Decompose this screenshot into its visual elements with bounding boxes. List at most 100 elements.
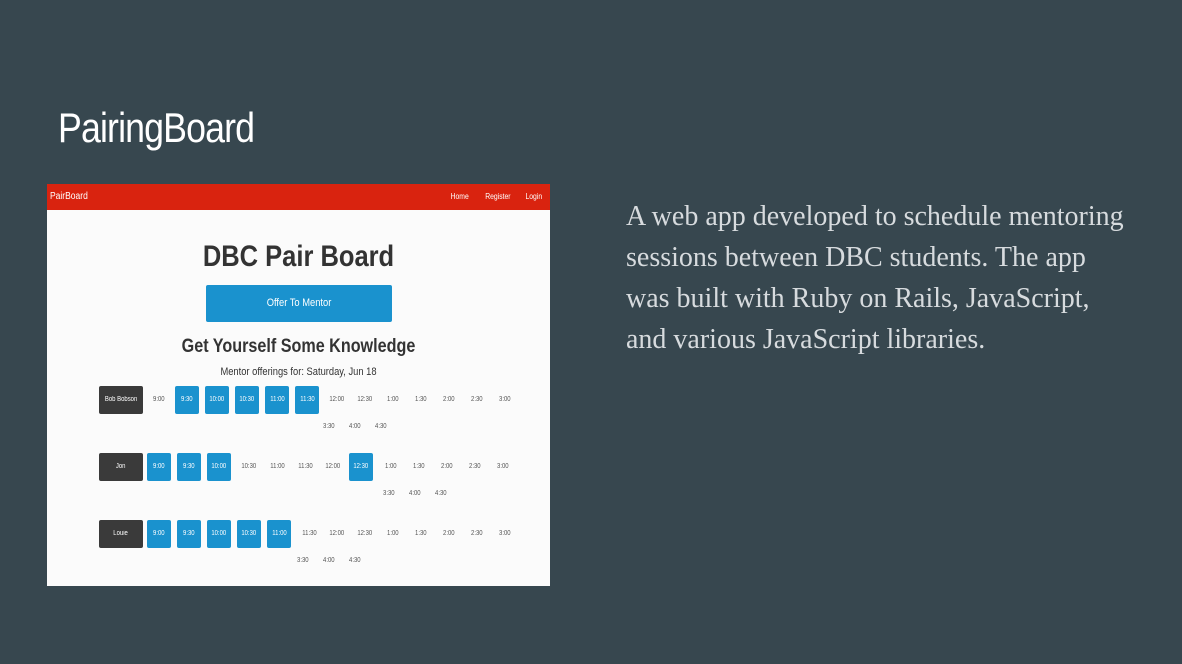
time-slot[interactable]: 4:30 (429, 480, 453, 508)
nav-login-link[interactable]: Login (526, 192, 543, 201)
time-slot[interactable]: 3:00 (493, 386, 517, 414)
time-slot-label: 2:00 (443, 530, 455, 537)
time-slot[interactable]: 2:30 (463, 453, 487, 481)
time-slot[interactable]: 3:00 (493, 520, 517, 548)
time-slot[interactable]: 11:00 (265, 386, 289, 414)
time-slot[interactable]: 9:30 (175, 386, 199, 414)
time-slot[interactable]: 2:30 (465, 386, 489, 414)
time-slot[interactable]: 10:00 (207, 453, 231, 481)
time-slot[interactable]: 9:00 (147, 453, 171, 481)
time-slot-label: 4:30 (435, 490, 447, 497)
time-slot[interactable]: 12:30 (353, 386, 377, 414)
time-slot-label: 10:00 (211, 530, 227, 537)
time-slot[interactable]: 1:00 (381, 386, 405, 414)
time-slot-label: 4:00 (349, 423, 361, 430)
time-slot-label: 1:00 (387, 396, 399, 403)
time-slot[interactable]: 9:30 (177, 520, 201, 548)
time-slot[interactable]: 10:00 (207, 520, 231, 548)
time-slot-label: 12:30 (357, 396, 373, 403)
time-slot[interactable]: 1:30 (407, 453, 431, 481)
time-slot[interactable]: 11:00 (267, 520, 291, 548)
time-slot-label: 3:30 (323, 423, 335, 430)
app-screenshot: PairBoard Home Register Login DBC Pair B… (47, 184, 550, 586)
date-line: Mentor offerings for: Saturday, Jun 18 (220, 366, 377, 378)
time-slot[interactable]: 1:30 (409, 520, 433, 548)
time-slot[interactable]: 9:00 (147, 520, 171, 548)
time-slot[interactable]: 10:30 (235, 386, 259, 414)
time-slot[interactable]: 1:00 (381, 520, 405, 548)
time-slot-label: 10:00 (211, 463, 227, 470)
time-slot[interactable]: 2:30 (465, 520, 489, 548)
time-slot[interactable]: 12:30 (349, 453, 373, 481)
time-slot-label: 1:00 (387, 530, 399, 537)
mentor-name-button[interactable]: Louie (99, 520, 143, 548)
time-slot[interactable]: 11:00 (265, 453, 289, 481)
time-slot-label: 9:00 (153, 396, 165, 403)
time-slot-label: 2:30 (471, 530, 483, 537)
time-slot[interactable]: 4:00 (343, 413, 367, 441)
time-slot[interactable]: 3:00 (491, 453, 515, 481)
time-slot-label: 9:00 (153, 463, 165, 470)
time-slot[interactable]: 10:30 (237, 520, 261, 548)
time-slot-label: 9:30 (183, 530, 195, 537)
time-slot[interactable]: 12:00 (321, 453, 345, 481)
time-slot[interactable]: 9:30 (177, 453, 201, 481)
time-slot[interactable]: 12:30 (353, 520, 377, 548)
time-slot-label: 1:30 (415, 396, 427, 403)
time-slot-label: 3:00 (499, 396, 511, 403)
time-slot[interactable]: 12:00 (325, 520, 349, 548)
brand-link[interactable]: PairBoard (50, 191, 88, 202)
time-slot-label: 2:30 (469, 463, 481, 470)
offer-to-mentor-button[interactable]: Offer To Mentor (206, 285, 392, 322)
nav-home-link[interactable]: Home (451, 192, 469, 201)
time-slot-label: 11:30 (297, 463, 313, 470)
time-slot[interactable]: 11:30 (297, 520, 321, 548)
time-slot[interactable]: 10:30 (237, 453, 261, 481)
time-slot-label: 4:00 (323, 557, 335, 564)
time-slot-label: 4:00 (409, 490, 421, 497)
time-slot[interactable]: 4:00 (317, 547, 341, 575)
time-slot[interactable]: 4:30 (369, 413, 393, 441)
subheading: Get Yourself Some Knowledge (181, 336, 416, 357)
time-slot-label: 10:30 (239, 396, 255, 403)
time-slot[interactable]: 11:30 (293, 453, 317, 481)
time-slot[interactable]: 4:30 (343, 547, 367, 575)
time-slot[interactable]: 9:00 (147, 386, 171, 414)
nav-register-link[interactable]: Register (485, 192, 510, 201)
time-slot-label: 11:00 (269, 396, 285, 403)
navbar: PairBoard Home Register Login (47, 184, 550, 210)
time-slot-label: 10:00 (209, 396, 225, 403)
time-slot[interactable]: 4:00 (403, 480, 427, 508)
time-slot-label: 12:00 (329, 530, 345, 537)
time-slot-label: 12:30 (353, 463, 369, 470)
time-slot[interactable]: 1:30 (409, 386, 433, 414)
time-slot[interactable]: 12:00 (325, 386, 349, 414)
mentor-name-button[interactable]: Jon (99, 453, 143, 481)
time-slot-label: 3:00 (497, 463, 509, 470)
time-slot[interactable]: 3:30 (291, 547, 315, 575)
time-slot-label: 1:00 (385, 463, 397, 470)
time-slot-label: 2:00 (443, 396, 455, 403)
time-slot[interactable]: 10:00 (205, 386, 229, 414)
time-slot[interactable]: 2:00 (437, 386, 461, 414)
time-slot-label: 10:30 (241, 463, 257, 470)
time-slot-label: 4:30 (375, 423, 387, 430)
time-slot[interactable]: 2:00 (437, 520, 461, 548)
time-slot[interactable]: 1:00 (379, 453, 403, 481)
time-slot-label: 12:00 (329, 396, 345, 403)
time-slot-label: 3:30 (297, 557, 309, 564)
time-slot-label: 9:30 (183, 463, 195, 470)
time-slot-label: 11:00 (271, 530, 287, 537)
page-title: DBC Pair Board (202, 240, 395, 273)
time-slot[interactable]: 3:30 (377, 480, 401, 508)
time-slot[interactable]: 2:00 (435, 453, 459, 481)
mentor-name-button[interactable]: Bob Bobson (99, 386, 143, 414)
time-slot[interactable]: 11:30 (295, 386, 319, 414)
time-slot-label: 3:30 (383, 490, 395, 497)
time-slot[interactable]: 3:30 (317, 413, 341, 441)
time-slot-label: 2:00 (441, 463, 453, 470)
slide-title: PairingBoard (58, 104, 255, 151)
time-slot-label: 12:30 (357, 530, 373, 537)
mentor-name-label: Louie (113, 530, 129, 537)
time-slot-label: 9:30 (181, 396, 193, 403)
